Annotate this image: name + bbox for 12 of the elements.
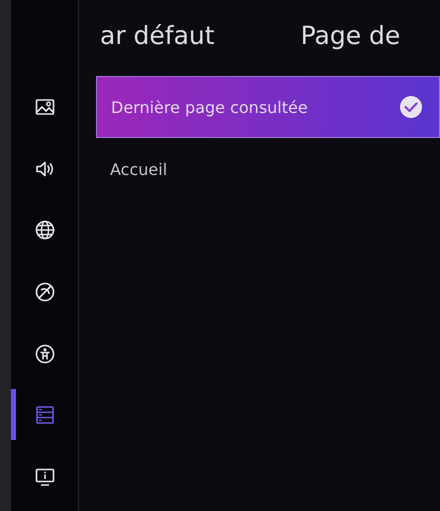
speaker-icon[interactable]: [34, 158, 54, 179]
server-icon[interactable]: [34, 405, 54, 426]
option-item[interactable]: Accueil: [96, 138, 440, 200]
check-icon: [399, 95, 423, 119]
monitor-info-icon[interactable]: [34, 466, 54, 487]
column-heading: Page de: [300, 20, 400, 52]
gauge-icon[interactable]: [34, 282, 54, 302]
globe-icon[interactable]: [34, 220, 54, 240]
column-heading: ar défaut: [100, 20, 215, 52]
option-item[interactable]: Dernière page consultée: [96, 76, 440, 138]
picture-icon[interactable]: [34, 96, 54, 117]
accessibility-icon[interactable]: [34, 344, 54, 364]
